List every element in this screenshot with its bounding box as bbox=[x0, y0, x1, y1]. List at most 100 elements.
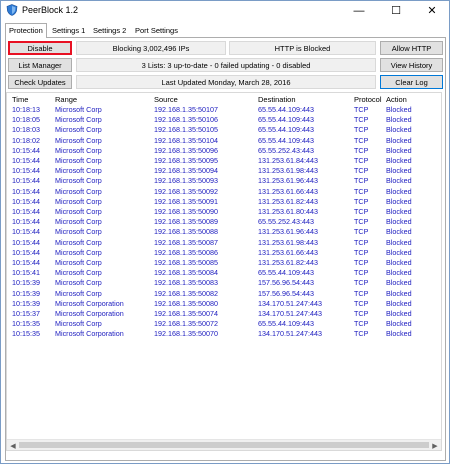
cell-destination: 131.253.61.66:443 bbox=[258, 247, 318, 257]
cell-range: Microsoft Corp bbox=[55, 278, 102, 288]
log-row[interactable]: 10:15:39 Microsoft Corp 192.168.1.35:50083… bbox=[7, 278, 441, 288]
scroll-left-icon[interactable]: ◀ bbox=[8, 441, 18, 450]
cell-protocol: TCP bbox=[354, 227, 369, 237]
cell-destination: 134.170.51.247:443 bbox=[258, 298, 322, 308]
cell-range: Microsoft Corp bbox=[55, 268, 102, 278]
log-row[interactable]: 10:15:44 Microsoft Corp 192.168.1.35:50091… bbox=[7, 197, 441, 207]
title-bar: PeerBlock 1.2 — ☐ ✕ bbox=[1, 1, 449, 20]
log-row[interactable]: 10:15:44 Microsoft Corp 192.168.1.35:50087… bbox=[7, 238, 441, 248]
cell-protocol: TCP bbox=[354, 145, 369, 155]
cell-destination: 65.55.44.109:443 bbox=[258, 125, 314, 135]
allow-http-button[interactable]: Allow HTTP bbox=[380, 41, 443, 55]
log-header: Time Range Source Destination Protocol A… bbox=[7, 93, 441, 105]
clear-log-button[interactable]: Clear Log bbox=[380, 75, 443, 89]
close-button[interactable]: ✕ bbox=[414, 1, 450, 20]
minimize-button[interactable]: — bbox=[341, 1, 377, 20]
log-row[interactable]: 10:15:44 Microsoft Corp 192.168.1.35:50089… bbox=[7, 217, 441, 227]
cell-range: Microsoft Corp bbox=[55, 288, 102, 298]
cell-action: Blocked bbox=[386, 145, 412, 155]
cell-protocol: TCP bbox=[354, 156, 369, 165]
last-updated-status: Last Updated Monday, March 28, 2016 bbox=[76, 75, 376, 89]
log-row[interactable]: 10:15:35 Microsoft Corporation 192.168.1.3… bbox=[7, 329, 441, 339]
log-row[interactable]: 10:15:41 Microsoft Corp 192.168.1.35:50084… bbox=[7, 268, 441, 278]
cell-range: Microsoft Corp bbox=[55, 207, 102, 216]
cell-action: Blocked bbox=[386, 309, 412, 318]
log-row[interactable]: 10:15:35 Microsoft Corp 192.168.1.35:50072… bbox=[7, 319, 441, 329]
cell-source: 192.168.1.35:50104 bbox=[154, 135, 218, 145]
list-manager-button[interactable]: List Manager bbox=[8, 58, 72, 72]
cell-range: Microsoft Corp bbox=[55, 237, 102, 247]
cell-destination: 131.253.61.84:443 bbox=[258, 156, 318, 165]
cell-protocol: TCP bbox=[354, 207, 369, 216]
disable-button[interactable]: Disable bbox=[8, 41, 72, 55]
log-row[interactable]: 10:18:13 Microsoft Corp 192.168.1.35:50107… bbox=[7, 105, 441, 115]
peerblock-window: PeerBlock 1.2 — ☐ ✕ Protection Settings … bbox=[0, 0, 450, 464]
log-row[interactable]: 10:15:44 Microsoft Corp 192.168.1.35:50094… bbox=[7, 166, 441, 176]
peerblock-app-icon bbox=[6, 4, 18, 16]
tab-settings-1[interactable]: Settings 1 bbox=[49, 25, 88, 37]
log-row[interactable]: 10:15:44 Microsoft Corp 192.168.1.35:50090… bbox=[7, 207, 441, 217]
cell-destination: 157.56.96.54:443 bbox=[258, 288, 314, 298]
horizontal-scrollbar[interactable]: ◀ ▶ bbox=[7, 439, 441, 450]
cell-action: Blocked bbox=[386, 329, 412, 339]
cell-protocol: TCP bbox=[354, 115, 369, 125]
cell-time: 10:15:35 bbox=[12, 329, 40, 339]
log-row[interactable]: 10:15:44 Microsoft Corp 192.168.1.35:50088… bbox=[7, 227, 441, 237]
cell-action: Blocked bbox=[386, 247, 412, 257]
cell-action: Blocked bbox=[386, 196, 412, 206]
cell-protocol: TCP bbox=[354, 278, 369, 288]
column-header-range[interactable]: Range bbox=[55, 95, 77, 104]
log-row[interactable]: 10:15:44 Microsoft Corp 192.168.1.35:50096… bbox=[7, 146, 441, 156]
cell-time: 10:18:02 bbox=[12, 135, 40, 145]
log-row[interactable]: 10:18:03 Microsoft Corp 192.168.1.35:50105… bbox=[7, 125, 441, 135]
log-row[interactable]: 10:15:44 Microsoft Corp 192.168.1.35:50086… bbox=[7, 248, 441, 258]
cell-range: Microsoft Corporation bbox=[55, 298, 124, 308]
log-row[interactable]: 10:15:44 Microsoft Corp 192.168.1.35:50092… bbox=[7, 187, 441, 197]
cell-time: 10:15:44 bbox=[12, 145, 40, 155]
cell-time: 10:15:39 bbox=[12, 278, 40, 288]
cell-action: Blocked bbox=[386, 186, 412, 196]
column-header-action[interactable]: Action bbox=[386, 95, 407, 104]
cell-destination: 131.253.61.96:443 bbox=[258, 176, 318, 186]
cell-source: 192.168.1.35:50094 bbox=[154, 166, 218, 176]
view-history-button[interactable]: View History bbox=[380, 58, 443, 72]
cell-action: Blocked bbox=[386, 319, 412, 329]
connection-log[interactable]: Time Range Source Destination Protocol A… bbox=[6, 92, 442, 451]
cell-protocol: TCP bbox=[354, 329, 369, 339]
http-status: HTTP is Blocked bbox=[229, 41, 376, 55]
tab-protection[interactable]: Protection bbox=[5, 23, 47, 38]
cell-action: Blocked bbox=[386, 166, 412, 176]
log-row[interactable]: 10:15:39 Microsoft Corp 192.168.1.35:50082… bbox=[7, 289, 441, 299]
tab-settings-2[interactable]: Settings 2 bbox=[90, 25, 129, 37]
log-row[interactable]: 10:18:02 Microsoft Corp 192.168.1.35:50104… bbox=[7, 136, 441, 146]
cell-time: 10:15:44 bbox=[12, 156, 40, 165]
log-row[interactable]: 10:15:39 Microsoft Corporation 192.168.1.3… bbox=[7, 299, 441, 309]
cell-range: Microsoft Corp bbox=[55, 115, 102, 125]
log-row[interactable]: 10:15:44 Microsoft Corp 192.168.1.35:50095… bbox=[7, 156, 441, 166]
log-row[interactable]: 10:15:44 Microsoft Corp 192.168.1.35:50093… bbox=[7, 176, 441, 186]
cell-source: 192.168.1.35:50085 bbox=[154, 258, 218, 267]
log-row[interactable]: 10:15:44 Microsoft Corp 192.168.1.35:50085… bbox=[7, 258, 441, 268]
cell-destination: 131.253.61.82:443 bbox=[258, 196, 318, 206]
cell-action: Blocked bbox=[386, 125, 412, 135]
cell-source: 192.168.1.35:50090 bbox=[154, 207, 218, 216]
column-header-time[interactable]: Time bbox=[12, 95, 28, 104]
column-header-source[interactable]: Source bbox=[154, 95, 178, 104]
cell-source: 192.168.1.35:50084 bbox=[154, 268, 218, 278]
log-row[interactable]: 10:15:37 Microsoft Corporation 192.168.1.3… bbox=[7, 309, 441, 319]
log-row[interactable]: 10:18:05 Microsoft Corp 192.168.1.35:50106… bbox=[7, 115, 441, 125]
check-updates-button[interactable]: Check Updates bbox=[8, 75, 72, 89]
cell-action: Blocked bbox=[386, 227, 412, 237]
column-header-destination[interactable]: Destination bbox=[258, 95, 296, 104]
scrollbar-thumb[interactable] bbox=[19, 442, 429, 448]
cell-action: Blocked bbox=[386, 258, 412, 267]
column-header-protocol[interactable]: Protocol bbox=[354, 95, 382, 104]
scroll-right-icon[interactable]: ▶ bbox=[430, 441, 440, 450]
cell-action: Blocked bbox=[386, 217, 412, 227]
cell-range: Microsoft Corp bbox=[55, 186, 102, 196]
tab-port-settings[interactable]: Port Settings bbox=[132, 25, 181, 37]
cell-range: Microsoft Corp bbox=[55, 166, 102, 176]
cell-protocol: TCP bbox=[354, 217, 369, 227]
maximize-button[interactable]: ☐ bbox=[378, 1, 414, 20]
cell-protocol: TCP bbox=[354, 186, 369, 196]
